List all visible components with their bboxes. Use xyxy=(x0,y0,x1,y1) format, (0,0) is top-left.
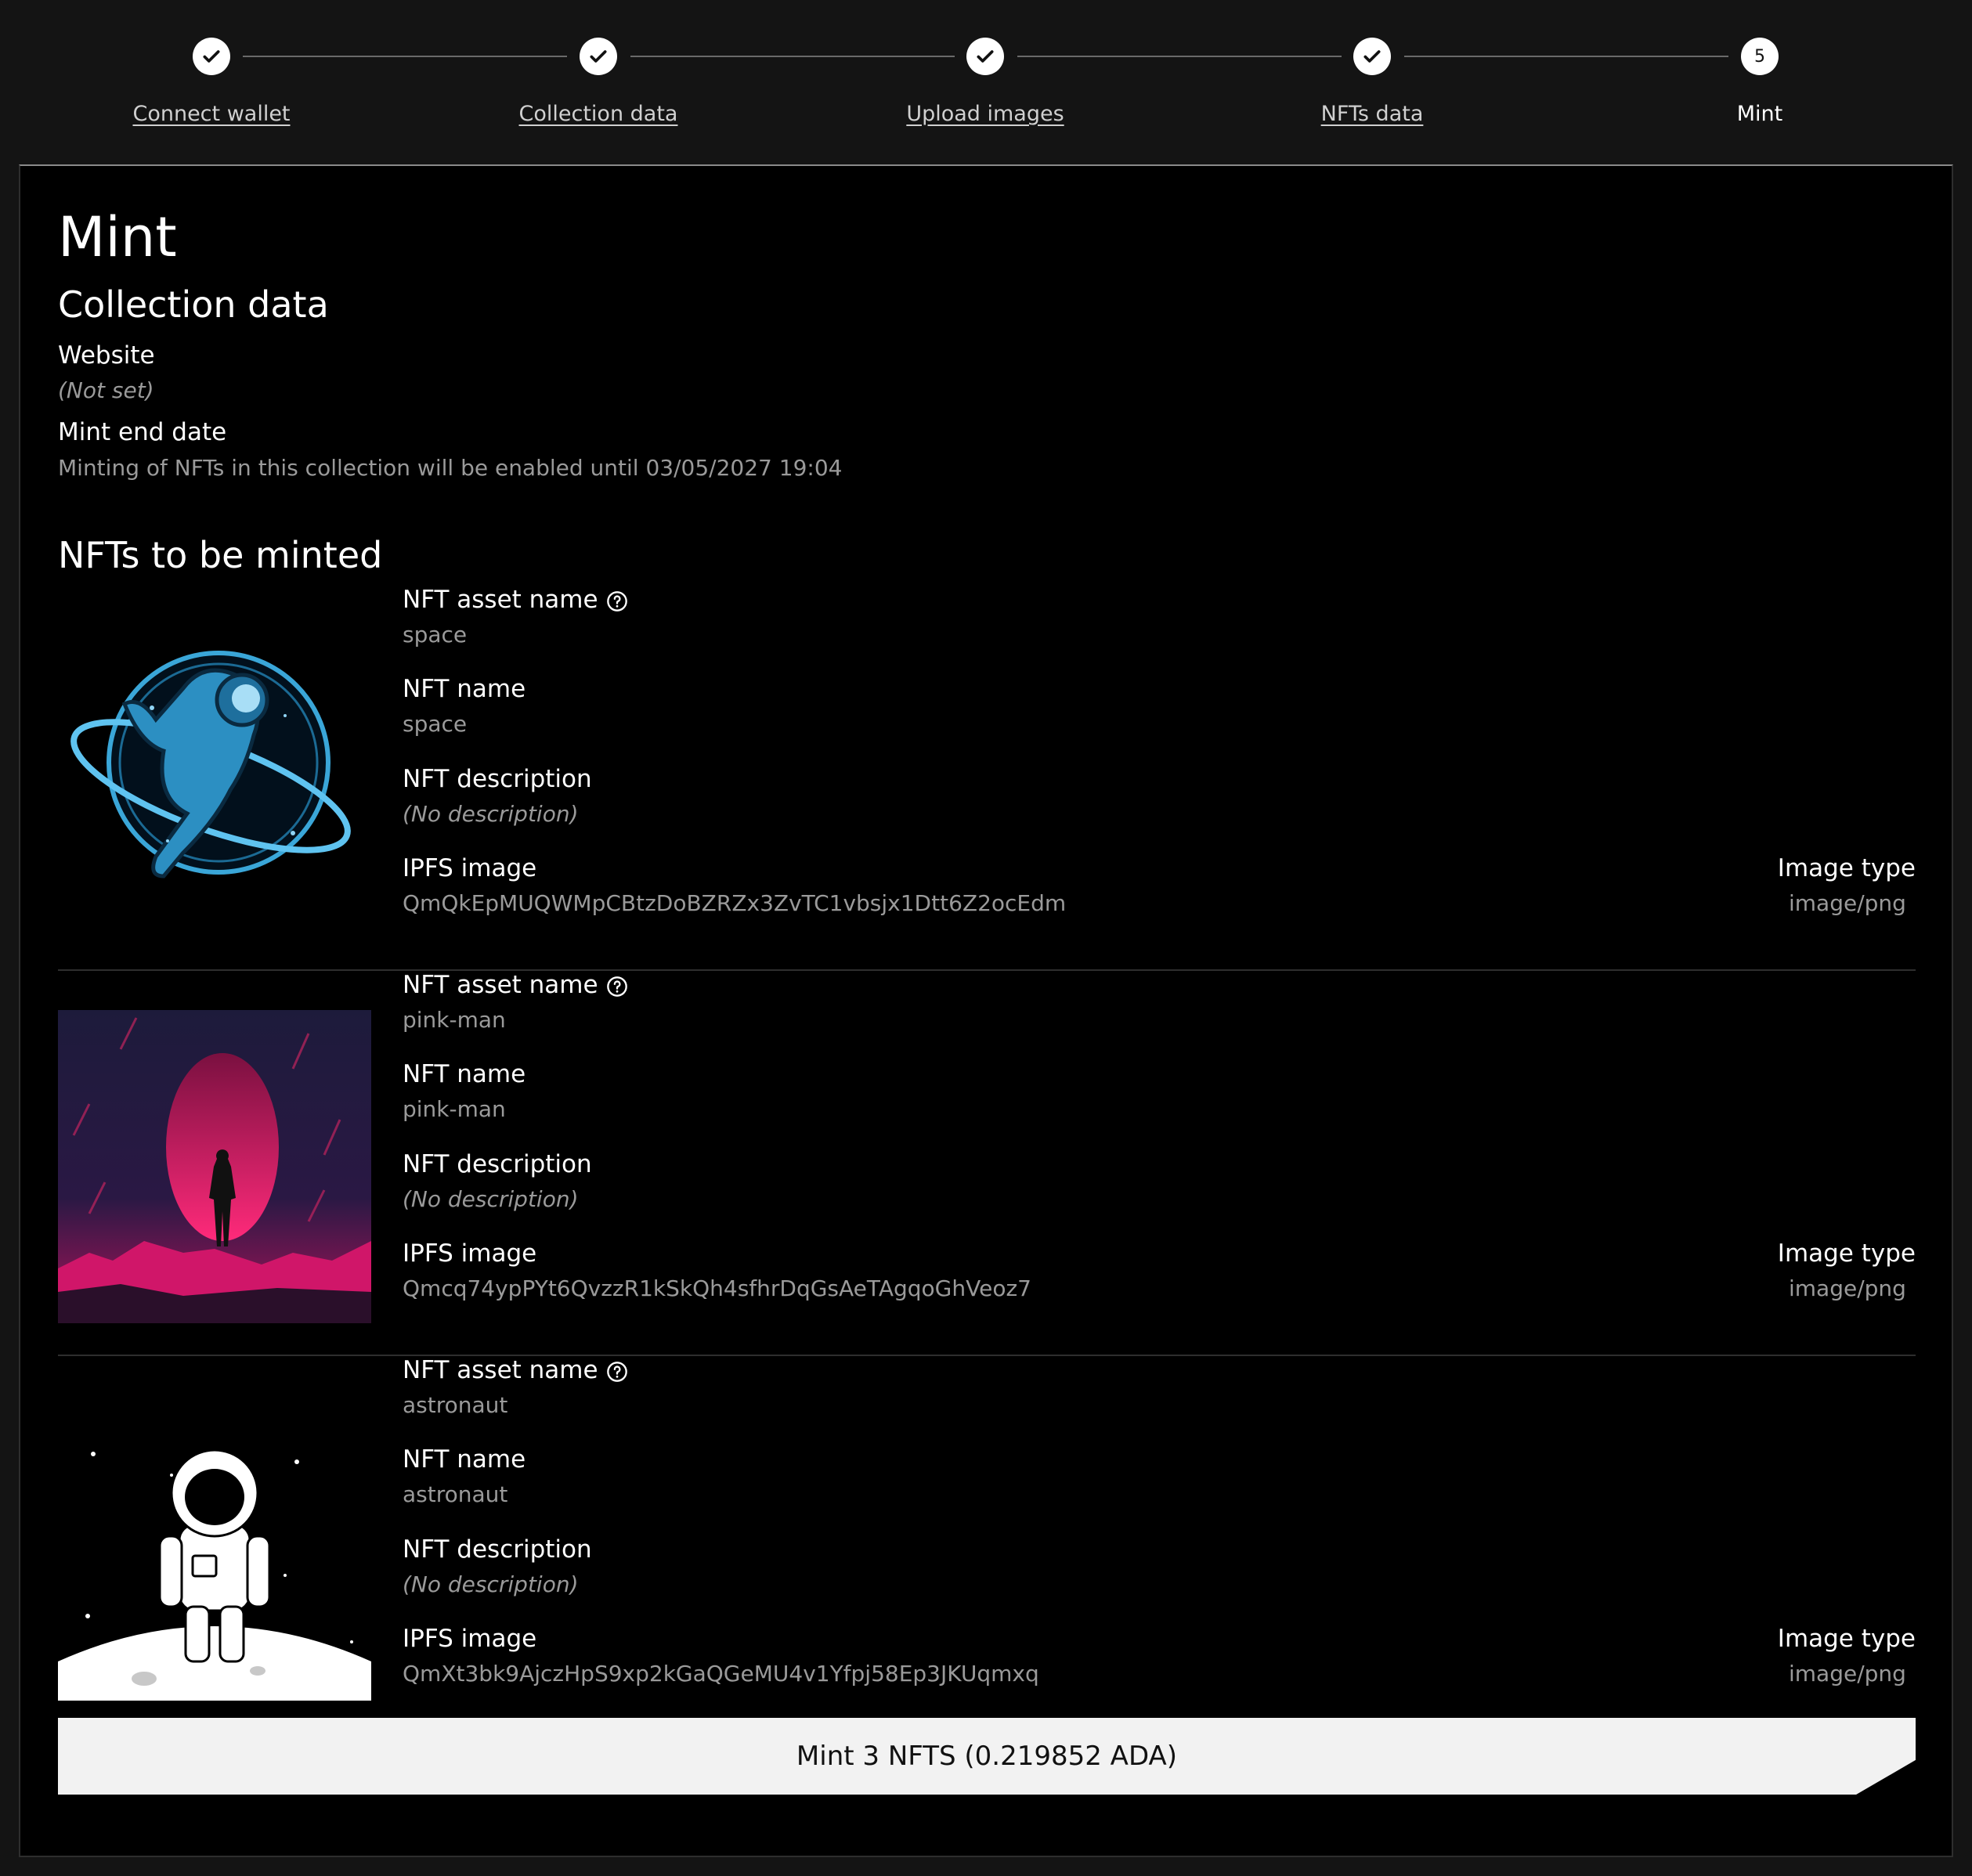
check-icon xyxy=(977,50,994,63)
nfts-heading: NFTs to be minted xyxy=(58,534,383,576)
step-connector xyxy=(243,56,567,57)
mint-end-date-label: Mint end date xyxy=(58,418,227,446)
image-type-label: Image type xyxy=(1777,1239,1916,1268)
nft-name-label: NFT name xyxy=(403,1060,526,1088)
step-link-upload-images[interactable]: Upload images xyxy=(829,102,1142,126)
ipfs-image-value: QmQkEpMUQWMpCBtzDoBZRZx3ZvTC1vbsjx1Dtt6Z… xyxy=(403,890,1067,916)
step-link-collection-data[interactable]: Collection data xyxy=(442,102,755,126)
nft-description-label: NFT description xyxy=(403,1150,592,1178)
ipfs-image-label: IPFS image xyxy=(403,1239,537,1268)
nft-description-value: (No description) xyxy=(403,801,579,827)
asset-name-value: pink-man xyxy=(403,1007,506,1033)
check-icon xyxy=(1363,50,1381,63)
asset-name-label-text: NFT asset name xyxy=(403,586,598,614)
nft-description-label: NFT description xyxy=(403,1535,592,1564)
nft-image-pink-man xyxy=(58,1010,371,1323)
help-icon[interactable] xyxy=(606,1361,628,1383)
asset-name-label-text: NFT asset name xyxy=(403,1356,598,1384)
nft-name-value: astronaut xyxy=(403,1481,508,1507)
step-label-mint: Mint xyxy=(1736,102,1783,126)
nft-image-astronaut xyxy=(58,1387,371,1701)
check-icon xyxy=(590,50,607,63)
nft-name-label: NFT name xyxy=(403,675,526,703)
image-type-value: image/png xyxy=(1789,1275,1906,1301)
mint-nfts-button[interactable]: Mint 3 NFTS (0.219852 ADA) xyxy=(58,1718,1916,1795)
step-link-nfts-data[interactable]: NFTs data xyxy=(1215,102,1529,126)
website-value: (Not set) xyxy=(58,377,154,403)
asset-name-value: astronaut xyxy=(403,1392,508,1418)
nft-name-value: space xyxy=(403,711,468,737)
nft-description-label: NFT description xyxy=(403,765,592,793)
asset-name-label-text: NFT asset name xyxy=(403,971,598,999)
asset-name-label: NFT asset name xyxy=(403,586,628,614)
step-4-check-icon[interactable] xyxy=(1353,38,1391,75)
image-type-value: image/png xyxy=(1789,890,1906,916)
nft-image-space xyxy=(58,606,371,919)
step-2-check-icon[interactable] xyxy=(580,38,617,75)
step-link-connect-wallet[interactable]: Connect wallet xyxy=(55,102,368,126)
step-number: 5 xyxy=(1754,46,1765,67)
nft-description-value: (No description) xyxy=(403,1186,579,1212)
image-type-label: Image type xyxy=(1777,1625,1916,1653)
step-connector xyxy=(1404,56,1728,57)
asset-name-label: NFT asset name xyxy=(403,1356,628,1384)
nft-name-label: NFT name xyxy=(403,1445,526,1474)
nft-item: NFT asset name astronaut NFT name astron… xyxy=(58,1356,1916,1716)
nft-item: NFT asset name pink-man NFT name pink-ma… xyxy=(58,971,1916,1356)
nft-item: NFT asset name space NFT name space NFT … xyxy=(58,586,1916,971)
mint-end-date-value: Minting of NFTs in this collection will … xyxy=(58,455,843,481)
ipfs-image-value: Qmcq74ypPYt6QvzzR1kSkQh4sfhrDqGsAeTAgqoG… xyxy=(403,1275,1031,1301)
website-label: Website xyxy=(58,341,155,370)
help-icon[interactable] xyxy=(606,590,628,612)
progress-stepper: 5 Connect wallet Collection data Upload … xyxy=(0,0,1972,164)
help-icon[interactable] xyxy=(606,976,628,998)
asset-name-label: NFT asset name xyxy=(403,971,628,999)
step-1-check-icon[interactable] xyxy=(193,38,230,75)
image-type-label: Image type xyxy=(1777,854,1916,882)
check-icon xyxy=(203,50,220,63)
nft-name-value: pink-man xyxy=(403,1096,506,1122)
image-type-value: image/png xyxy=(1789,1661,1906,1687)
nft-description-value: (No description) xyxy=(403,1571,579,1597)
step-3-check-icon[interactable] xyxy=(966,38,1004,75)
step-connector xyxy=(1017,56,1342,57)
ipfs-image-label: IPFS image xyxy=(403,1625,537,1653)
ipfs-image-label: IPFS image xyxy=(403,854,537,882)
asset-name-value: space xyxy=(403,622,468,648)
page-title: Mint xyxy=(58,205,177,269)
step-5-number: 5 xyxy=(1741,38,1779,75)
ipfs-image-value: QmXt3bk9AjczHpS9xp2kGaQGeMU4v1Yfpj58Ep3J… xyxy=(403,1661,1039,1687)
collection-data-heading: Collection data xyxy=(58,283,329,326)
step-connector xyxy=(630,56,955,57)
mint-panel: Mint Collection data Website (Not set) M… xyxy=(19,164,1953,1857)
